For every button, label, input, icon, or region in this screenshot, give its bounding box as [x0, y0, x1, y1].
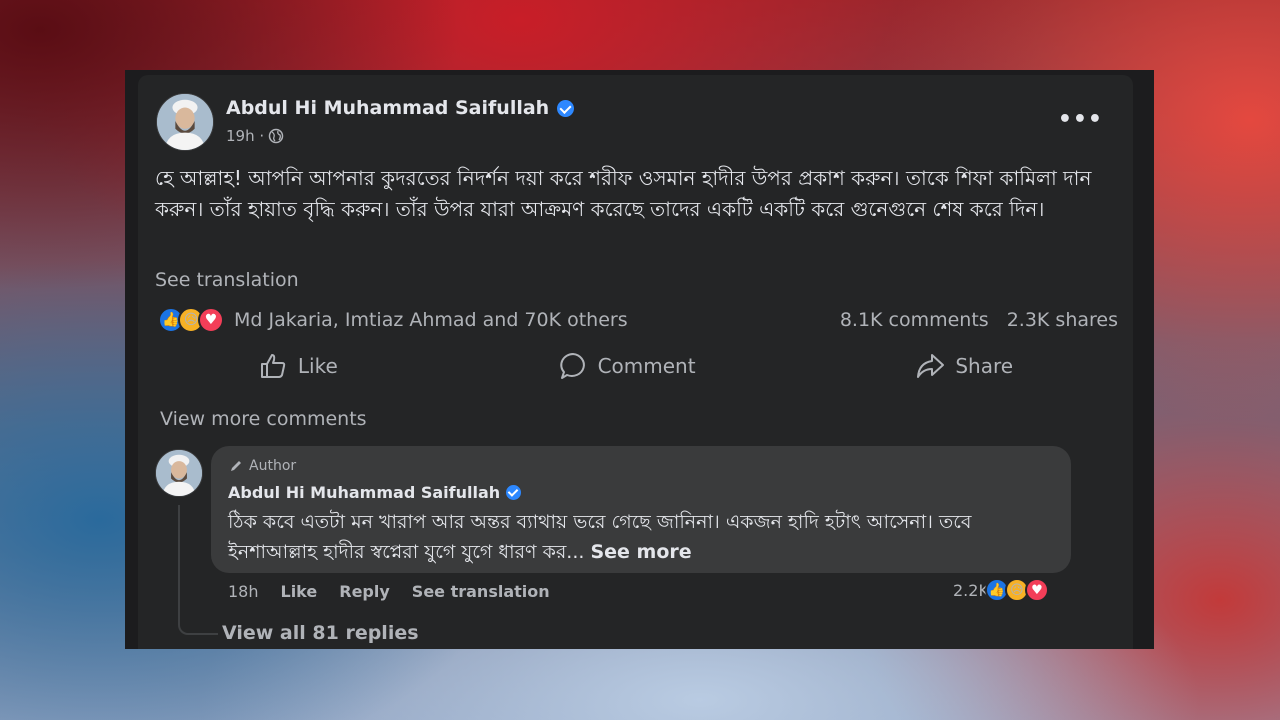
- comment-like-button[interactable]: Like: [281, 582, 318, 601]
- verified-icon: [506, 485, 522, 500]
- pen-icon: [231, 461, 241, 471]
- post-author[interactable]: Abdul Hi Muhammad Saifullah: [226, 97, 575, 119]
- post-author-name[interactable]: Abdul Hi Muhammad Saifullah: [226, 97, 549, 119]
- globe-icon: [268, 128, 284, 144]
- comments-count[interactable]: 8.1K comments: [840, 309, 989, 331]
- comment-icon: [559, 353, 585, 379]
- comment-bubble: Author Abdul Hi Muhammad Saifullah ঠিক ক…: [211, 446, 1071, 573]
- reaction-icons[interactable]: 👍 😥 ♥: [158, 307, 224, 333]
- verified-icon: [557, 99, 575, 117]
- view-more-comments-link[interactable]: View more comments: [160, 408, 367, 430]
- post-meta: 19h ·: [226, 127, 284, 145]
- like-button[interactable]: Like: [258, 351, 338, 381]
- more-options-icon[interactable]: •••: [1058, 107, 1103, 132]
- view-replies-link[interactable]: View all 81 replies: [222, 622, 419, 644]
- like-button-label: Like: [297, 354, 338, 378]
- comment-see-translation-link[interactable]: See translation: [412, 582, 550, 601]
- shares-count[interactable]: 2.3K shares: [1007, 309, 1118, 331]
- comment-reaction-count: 2.2K: [953, 580, 989, 600]
- author-avatar[interactable]: [156, 93, 214, 151]
- reactions-summary: 👍 😥 ♥ Md Jakaria, Imtiaz Ahmad and 70K o…: [158, 305, 1118, 335]
- share-icon: [917, 354, 945, 378]
- post-time[interactable]: 19h ·: [226, 127, 264, 145]
- comment-text: ঠিক কবে এতটা মন খারাপ আর অন্তর ব্যাথায় …: [228, 507, 1048, 567]
- author-badge: Author: [228, 458, 296, 474]
- commenter-avatar-image: [156, 450, 202, 496]
- share-button-label: Share: [955, 354, 1014, 378]
- screenshot-frame: Abdul Hi Muhammad Saifullah 19h · ••• হে…: [125, 70, 1154, 649]
- post-card: Abdul Hi Muhammad Saifullah 19h · ••• হে…: [138, 75, 1133, 649]
- comment-actions: 18h Like Reply See translation: [228, 582, 550, 601]
- love-reaction-icon: ♥: [198, 307, 224, 333]
- love-reaction-icon: ♥: [1024, 578, 1049, 602]
- post-actions: Like Comment Share: [148, 345, 1123, 387]
- commenter-avatar[interactable]: [155, 449, 203, 497]
- like-icon: [260, 354, 286, 378]
- author-badge-label: Author: [249, 458, 297, 474]
- post-stats: 8.1K comments 2.3K shares: [840, 309, 1118, 331]
- comment-author[interactable]: Abdul Hi Muhammad Saifullah: [228, 483, 522, 502]
- comment-button[interactable]: Comment: [558, 351, 696, 381]
- comment-author-name[interactable]: Abdul Hi Muhammad Saifullah: [228, 483, 500, 502]
- comment-reactions[interactable]: 2.2K 👍 😥 ♥: [953, 578, 1049, 602]
- see-more-link[interactable]: See more: [590, 541, 691, 563]
- comment-button-label: Comment: [597, 354, 696, 378]
- share-button[interactable]: Share: [915, 351, 1013, 381]
- reactors-text[interactable]: Md Jakaria, Imtiaz Ahmad and 70K others: [234, 309, 628, 331]
- post-body-text: হে আল্লাহ! আপনি আপনার কুদরতের নিদর্শন দয…: [155, 166, 1092, 221]
- avatar-image: [157, 94, 213, 150]
- comment-time[interactable]: 18h: [228, 582, 259, 601]
- comment-reply-button[interactable]: Reply: [339, 582, 390, 601]
- see-translation-link[interactable]: See translation: [155, 269, 299, 291]
